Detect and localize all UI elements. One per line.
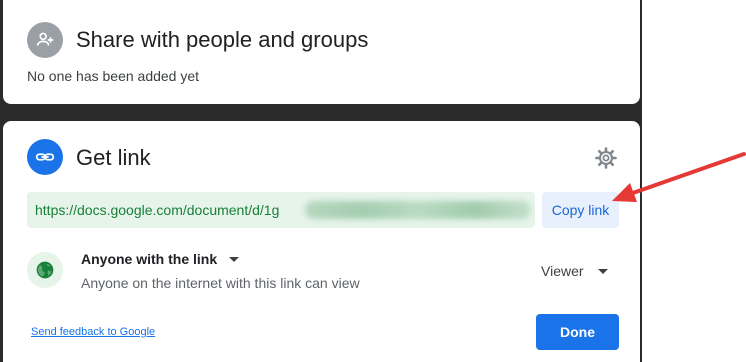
send-feedback-link[interactable]: Send feedback to Google [31, 326, 155, 338]
link-icon [27, 139, 63, 175]
link-access-dropdown[interactable]: Anyone with the link [81, 251, 240, 267]
link-access-description: Anyone on the internet with this link ca… [81, 275, 360, 291]
role-label: Viewer [541, 263, 584, 279]
redacted-url-blur [305, 201, 531, 219]
person-add-icon [27, 22, 63, 58]
link-url-field[interactable]: https://docs.google.com/document/d/1g [27, 192, 535, 228]
get-link-card: Get link https://docs.google.com/documen… [3, 121, 640, 362]
share-with-people-card: Share with people and groups No one has … [3, 0, 640, 104]
chevron-down-icon [229, 256, 240, 262]
no-one-added-text: No one has been added yet [27, 68, 200, 84]
get-link-title: Get link [76, 145, 151, 170]
globe-icon [27, 252, 63, 288]
done-button[interactable]: Done [536, 314, 619, 350]
share-card-title: Share with people and groups [76, 27, 369, 52]
annotation-arrow-icon [612, 152, 746, 202]
link-url-text: https://docs.google.com/document/d/1g [35, 202, 280, 218]
role-dropdown[interactable]: Viewer [541, 263, 608, 279]
link-access-label: Anyone with the link [81, 251, 218, 267]
chevron-down-icon [597, 268, 608, 274]
